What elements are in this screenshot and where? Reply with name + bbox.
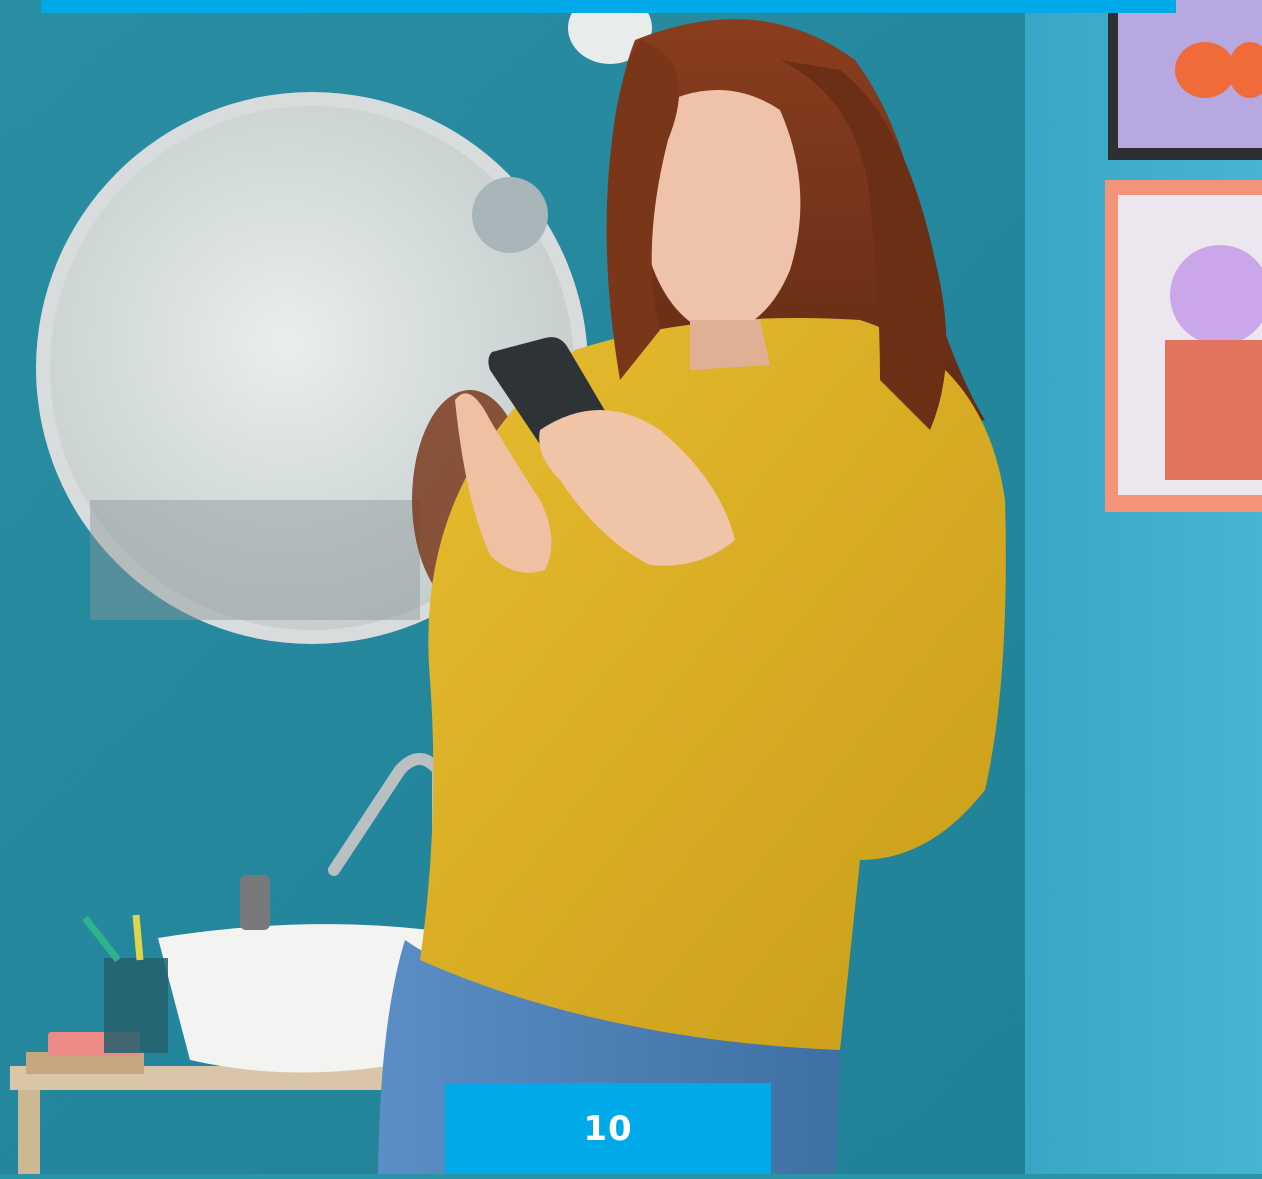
neck (690, 320, 770, 370)
picture-frame-bottom (1105, 180, 1262, 512)
side-wall (1025, 0, 1262, 1174)
page-number: 10 (583, 1108, 633, 1149)
photo-scene (0, 0, 1262, 1174)
top-accent-bar (41, 0, 1176, 13)
soap-dispenser (240, 875, 270, 930)
page-number-badge: 10 (445, 1083, 771, 1174)
picture-frame-top (1108, 0, 1262, 160)
